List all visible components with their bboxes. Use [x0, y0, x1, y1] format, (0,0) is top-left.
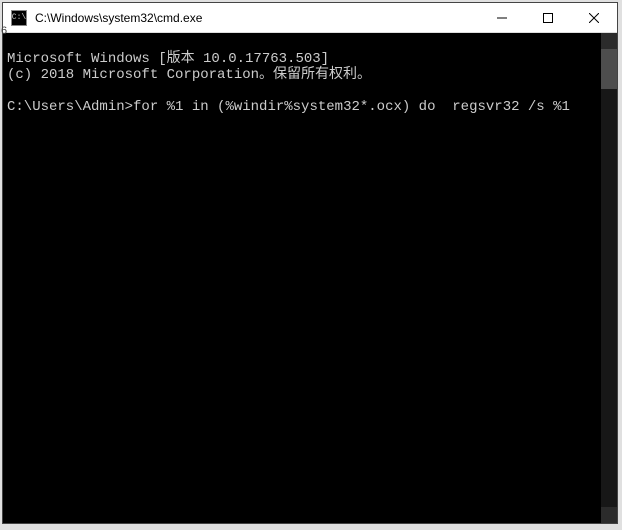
- footnote-marker: 6: [1, 25, 7, 37]
- scrollbar-track: [601, 49, 617, 507]
- maximize-icon: [543, 13, 553, 23]
- cmd-window: C:\ C:\Windows\system32\cmd.exe Microsof…: [2, 2, 618, 524]
- window-controls: [479, 3, 617, 32]
- terminal-line: (c) 2018 Microsoft Corporation。保留所有权利。: [7, 67, 371, 83]
- maximize-button[interactable]: [525, 3, 571, 32]
- close-icon: [589, 13, 599, 23]
- window-title: C:\Windows\system32\cmd.exe: [35, 11, 479, 25]
- scrollbar-thumb[interactable]: [601, 49, 617, 89]
- scrollbar[interactable]: [601, 33, 617, 523]
- minimize-icon: [497, 13, 507, 23]
- terminal-area[interactable]: Microsoft Windows [版本 10.0.17763.503] (c…: [3, 33, 617, 523]
- terminal-line: Microsoft Windows [版本 10.0.17763.503]: [7, 51, 329, 67]
- terminal-prompt: C:\Users\Admin>: [7, 99, 133, 115]
- terminal-command-input[interactable]: for %1 in (%windir%system32*.ocx) do reg…: [133, 99, 570, 115]
- titlebar[interactable]: C:\ C:\Windows\system32\cmd.exe: [3, 3, 617, 33]
- cmd-icon: C:\: [11, 10, 27, 26]
- minimize-button[interactable]: [479, 3, 525, 32]
- close-button[interactable]: [571, 3, 617, 32]
